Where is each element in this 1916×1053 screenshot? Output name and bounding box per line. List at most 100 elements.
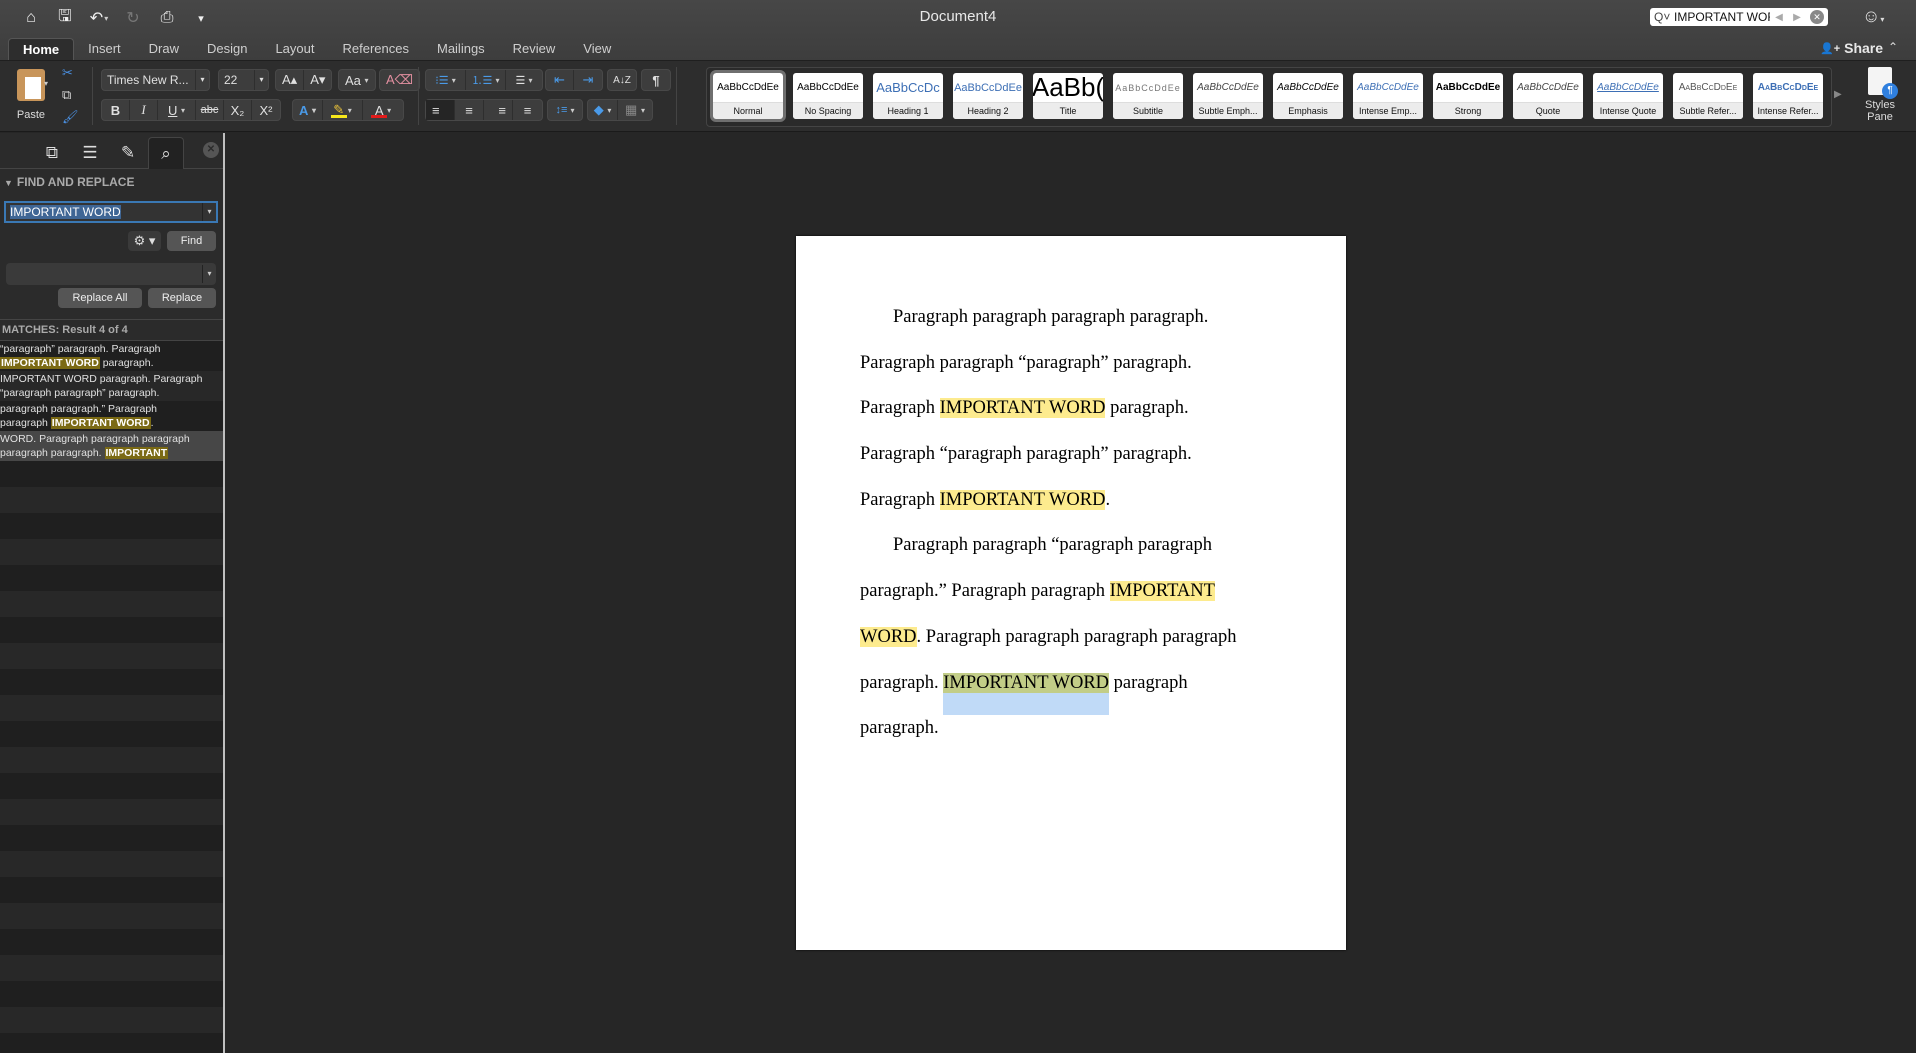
search-options-button[interactable]: ⚙ ▾ (128, 231, 161, 251)
change-case-button[interactable]: Aa ▾ (339, 70, 375, 90)
close-pane-icon[interactable]: ✕ (203, 142, 219, 158)
home-icon[interactable]: ⌂ (16, 6, 46, 30)
style-quote[interactable]: AaBbCcDdEe Quote (1513, 73, 1583, 119)
grow-font-button[interactable]: A▴ (276, 70, 305, 90)
strikethrough-button[interactable]: abc (196, 100, 224, 120)
previous-result-icon[interactable]: ◀ (1770, 12, 1788, 23)
chevron-down-icon[interactable]: ▾ (202, 203, 216, 221)
tab-draw[interactable]: Draw (135, 38, 193, 60)
search-value[interactable]: IMPORTANT WORD (1674, 10, 1770, 24)
tab-references[interactable]: References (329, 38, 423, 60)
align-right-button[interactable]: ≡ (484, 100, 513, 120)
style-intense-emp[interactable]: AaBbCcDdEe Intense Emp... (1353, 73, 1423, 119)
clear-search-icon[interactable]: ✕ (1810, 10, 1824, 24)
italic-button[interactable]: I (130, 100, 158, 120)
styles-pane-button[interactable]: ¶ Styles Pane (1855, 67, 1905, 123)
style-intense-quote[interactable]: AaBbCcDdEe Intense Quote (1593, 73, 1663, 119)
clear-formatting-button[interactable]: A⌫ (380, 70, 419, 90)
undo-icon[interactable]: ↶ ▾ (84, 6, 114, 30)
undo-dropdown-icon[interactable]: ▾ (104, 14, 108, 23)
result-item[interactable]: paragraph paragraph.” Paragraph paragrap… (0, 401, 223, 431)
shading-button[interactable]: ◆ ▾ (588, 100, 618, 120)
cut-icon[interactable]: ✂ (62, 65, 79, 85)
tab-mailings[interactable]: Mailings (423, 38, 499, 60)
save-icon[interactable]: 🖫 (50, 6, 80, 30)
replace-input[interactable]: ▾ (6, 263, 216, 285)
style-title[interactable]: AaBb(Title (1033, 73, 1103, 119)
tab-view[interactable]: View (569, 38, 625, 60)
align-center-button[interactable]: ≡ (455, 100, 484, 120)
style-subtle-emph[interactable]: AaBbCcDdEe Subtle Emph... (1193, 73, 1263, 119)
text-effects-button[interactable]: A ▾ (293, 100, 323, 120)
increase-indent-button[interactable]: ⇥ (574, 70, 602, 90)
replace-all-button[interactable]: Replace All (58, 288, 142, 308)
style-heading-2[interactable]: AaBbCcDdEe Heading 2 (953, 73, 1023, 119)
style-preview: AaBbCcDdEe (1357, 82, 1419, 93)
result-item-current[interactable]: WORD. Paragraph paragraph paragraph para… (0, 431, 223, 461)
style-intense-refer[interactable]: AaBbCcDdEe Intense Refer... (1753, 73, 1823, 119)
redo-icon[interactable]: ↻ (118, 6, 148, 30)
replace-button[interactable]: Replace (148, 288, 216, 308)
tab-layout[interactable]: Layout (261, 38, 328, 60)
paste-button[interactable]: Paste (8, 69, 54, 121)
find-button[interactable]: Find (167, 231, 216, 251)
bold-button[interactable]: B (102, 100, 130, 120)
style-strong[interactable]: AaBbCcDdEe Strong (1433, 73, 1503, 119)
chevron-down-icon[interactable]: ▾ (202, 265, 216, 283)
document-page[interactable]: Paragraph paragraph paragraph paragraph.… (796, 236, 1346, 950)
font-name-select[interactable]: Times New R... ▾ (101, 69, 210, 91)
document-body[interactable]: Paragraph paragraph paragraph paragraph.… (860, 295, 1290, 752)
highlight-button[interactable]: ✎ ▾ (323, 100, 363, 120)
chevron-down-icon[interactable]: ▾ (195, 70, 209, 90)
tab-design[interactable]: Design (193, 38, 261, 60)
next-result-icon[interactable]: ▶ (1788, 12, 1806, 23)
thumbnails-tab[interactable]: ⧉ (34, 137, 70, 169)
style-no-spacing[interactable]: AaBbCcDdEe No Spacing (793, 73, 863, 119)
style-name: Quote (1513, 102, 1583, 119)
sort-button[interactable]: A↓Z (608, 70, 636, 90)
line-spacing-button[interactable]: ↕≡ ▾ (548, 100, 582, 120)
tab-home[interactable]: Home (8, 38, 75, 60)
style-heading-1[interactable]: AaBbCcDc Heading 1 (873, 73, 943, 119)
feedback-button[interactable]: ☺▾ (1862, 6, 1884, 27)
style-subtitle[interactable]: AaBbCcDdEe Subtitle (1113, 73, 1183, 119)
font-color-button[interactable]: A ▾ (363, 100, 403, 120)
print-icon[interactable]: ⎙ (152, 6, 182, 30)
superscript-button[interactable]: X² (252, 100, 280, 120)
underline-button[interactable]: U ▾ (158, 100, 196, 120)
shrink-font-button[interactable]: A▾ (304, 70, 331, 90)
show-formatting-marks-button[interactable]: ¶ (642, 70, 670, 90)
tab-insert[interactable]: Insert (74, 38, 135, 60)
borders-button[interactable]: ▦ ▾ (618, 100, 652, 120)
comments-tab[interactable]: ✎ (110, 137, 146, 169)
style-subtle-refer[interactable]: AaBbCcDdEe Subtle Refer... (1673, 73, 1743, 119)
result-item[interactable]: “paragraph” paragraph. Paragraph IMPORTA… (0, 341, 223, 371)
font-size-select[interactable]: 22 ▾ (218, 69, 269, 91)
style-emphasis[interactable]: AaBbCcDdEe Emphasis (1273, 73, 1343, 119)
copy-icon[interactable]: ⧉ (62, 87, 79, 107)
find-input[interactable]: IMPORTANT WORD ▾ (4, 201, 218, 223)
collapse-ribbon-icon[interactable]: ⌃ (1888, 40, 1898, 54)
gallery-next-icon[interactable]: ▶ (1834, 89, 1842, 100)
subscript-button[interactable]: X₂ (224, 100, 252, 120)
find-and-replace-header[interactable]: ▼ FIND AND REPLACE (4, 175, 134, 189)
multilevel-list-button[interactable]: ☰ ▾ (506, 70, 542, 90)
search-icon[interactable]: Q˅ (1654, 10, 1674, 24)
format-painter-icon[interactable]: 🖌 (62, 109, 79, 129)
style-normal[interactable]: AaBbCcDdEe Normal (710, 70, 786, 122)
find-input-value[interactable]: IMPORTANT WORD (10, 205, 121, 219)
chevron-down-icon[interactable]: ▾ (254, 70, 268, 90)
search-tab[interactable]: ⌕ (148, 137, 184, 169)
tab-review[interactable]: Review (499, 38, 570, 60)
customize-toolbar-icon[interactable]: ▾ (186, 6, 216, 30)
result-item[interactable]: IMPORTANT WORD paragraph. Paragraph “par… (0, 371, 223, 401)
numbering-button[interactable]: ⒈☰ ▾ (466, 70, 506, 90)
decrease-indent-button[interactable]: ⇤ (546, 70, 574, 90)
align-left-button[interactable]: ≡ (426, 100, 455, 120)
outline-tab[interactable]: ☰ (72, 137, 108, 169)
share-button[interactable]: 👤+ Share (1820, 40, 1883, 56)
justify-button[interactable]: ≡ (513, 100, 542, 120)
bullets-button[interactable]: ⁝☰ ▾ (426, 70, 466, 90)
paste-options-dropdown[interactable]: ▾ (44, 79, 48, 88)
search-document-input[interactable]: Q˅ IMPORTANT WORD ◀ ▶ ✕ (1650, 8, 1828, 26)
